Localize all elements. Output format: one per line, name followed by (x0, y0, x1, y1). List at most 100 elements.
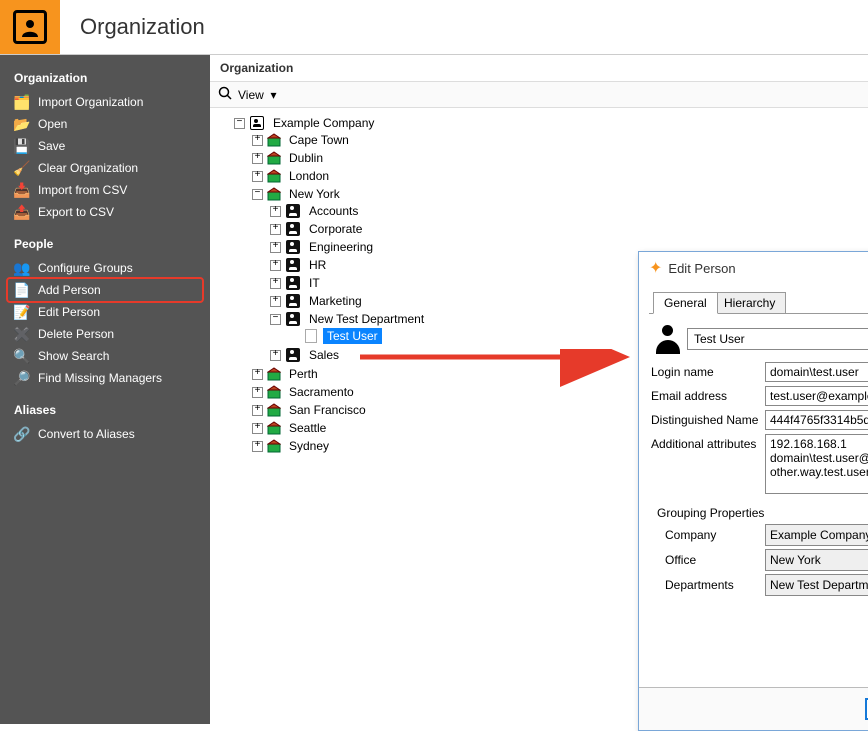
tree-label: Sales (305, 347, 343, 363)
location-icon (267, 169, 281, 183)
sidebar-item-open[interactable]: 📂Open (8, 113, 202, 135)
location-icon (267, 133, 281, 147)
dn-field[interactable] (765, 410, 868, 430)
aliases-icon: 🔗 (14, 426, 30, 442)
expander-icon[interactable]: + (270, 278, 281, 289)
view-dropdown[interactable]: View ▾ (238, 88, 277, 102)
tree-node-location[interactable]: +Cape Town (252, 132, 862, 148)
location-icon (267, 439, 281, 453)
delete-person-icon: ✖️ (14, 326, 30, 342)
tree-node-location[interactable]: + Dublin (252, 150, 862, 166)
sidebar-item-label: Import Organization (38, 95, 143, 109)
department-icon (285, 221, 301, 237)
expander-icon[interactable]: + (270, 206, 281, 217)
view-toolbar: View ▾ (210, 81, 868, 108)
edit-person-icon: 📝 (14, 304, 30, 320)
sidebar-item-label: Configure Groups (38, 261, 133, 275)
sidebar-item-label: Edit Person (38, 305, 100, 319)
clear-icon: 🧹 (14, 160, 30, 176)
person-icon: ✦ (649, 258, 662, 278)
expander-icon[interactable]: + (252, 441, 263, 452)
email-field[interactable] (765, 386, 868, 406)
sidebar-heading-organization: Organization (0, 65, 210, 91)
tree-node-location[interactable]: + London (252, 168, 862, 184)
chevron-down-icon: ▾ (267, 88, 276, 102)
expander-icon[interactable]: − (252, 189, 263, 200)
login-name-field[interactable] (765, 362, 868, 382)
expander-icon[interactable]: + (252, 369, 263, 380)
sidebar-item-find-missing-managers[interactable]: 🔎Find Missing Managers (8, 367, 202, 389)
expander-icon[interactable]: + (270, 296, 281, 307)
tree-node-location[interactable]: − New York (252, 186, 862, 202)
user-file-icon (303, 328, 319, 344)
save-icon: 💾 (14, 138, 30, 154)
sidebar-item-label: Export to CSV (38, 205, 114, 219)
department-icon (285, 275, 301, 291)
tree-node-dept[interactable]: +Corporate (270, 221, 862, 237)
expander-icon[interactable]: + (270, 350, 281, 361)
expander-icon[interactable]: + (252, 405, 263, 416)
expander-icon[interactable]: + (270, 242, 281, 253)
company-select[interactable]: Example Company (765, 524, 868, 546)
tab-hierarchy[interactable]: Hierarchy (713, 292, 786, 314)
sidebar-item-export-csv[interactable]: 📤 Export to CSV (8, 201, 202, 223)
department-icon (285, 239, 301, 255)
tree-label: Example Company (269, 115, 378, 131)
tree-node-company[interactable]: − Example Company (234, 115, 862, 131)
user-icon (655, 324, 681, 354)
tree-label: New Test Department (305, 311, 428, 327)
sidebar-item-label: Add Person (38, 283, 101, 297)
attrs-field[interactable] (765, 434, 868, 494)
add-person-icon: 📄 (14, 282, 30, 298)
expander-icon[interactable]: + (270, 224, 281, 235)
company-icon (249, 115, 265, 131)
import-org-icon: 🗂️ (14, 94, 30, 110)
export-csv-icon: 📤 (14, 204, 30, 220)
sidebar-item-show-search[interactable]: 🔍Show Search (8, 345, 202, 367)
content-panel: Organization View ▾ − Example Company (210, 55, 868, 724)
departments-select[interactable]: New Test Department (765, 574, 868, 596)
tree-label: Engineering (305, 239, 377, 255)
expander-icon (288, 331, 299, 342)
magnifier-icon (218, 86, 232, 103)
expander-icon[interactable]: + (252, 153, 263, 164)
sidebar-item-delete-person[interactable]: ✖️Delete Person (8, 323, 202, 345)
sidebar-item-add-person[interactable]: 📄 Add Person (8, 279, 202, 301)
tree-label: Dublin (285, 150, 327, 166)
person-name-field[interactable] (687, 328, 868, 350)
expander-icon[interactable]: + (252, 171, 263, 182)
tree-label: London (285, 168, 333, 184)
sidebar-item-edit-person[interactable]: 📝 Edit Person (8, 301, 202, 323)
sidebar-item-import-organization[interactable]: 🗂️ Import Organization (8, 91, 202, 113)
location-icon (267, 367, 281, 381)
grouping-heading: Grouping Properties (657, 506, 868, 520)
expander-icon[interactable]: + (252, 135, 263, 146)
login-name-label: Login name (651, 362, 765, 379)
sidebar-item-save[interactable]: 💾Save (8, 135, 202, 157)
sidebar-item-configure-groups[interactable]: 👥Configure Groups (8, 257, 202, 279)
tree-node-dept[interactable]: +Accounts (270, 203, 862, 219)
sidebar-item-clear-organization[interactable]: 🧹Clear Organization (8, 157, 202, 179)
sidebar-item-convert-aliases[interactable]: 🔗Convert to Aliases (8, 423, 202, 445)
tab-general[interactable]: General (653, 292, 718, 314)
edit-person-dialog: ✦ Edit Person ✕ General Hierarchy Log (638, 251, 868, 731)
company-label: Company (665, 528, 765, 542)
dialog-title: Edit Person (668, 261, 735, 276)
sidebar-heading-people: People (0, 231, 210, 257)
location-icon (267, 385, 281, 399)
office-select[interactable]: New York (765, 549, 868, 571)
expander-icon[interactable]: − (270, 314, 281, 325)
sidebar-item-label: Show Search (38, 349, 109, 363)
expander-icon[interactable]: + (270, 260, 281, 271)
tree-label: Seattle (285, 420, 330, 436)
expander-icon[interactable]: + (252, 387, 263, 398)
tree-label: HR (305, 257, 330, 273)
tree-label: New York (285, 186, 344, 202)
dialog-titlebar[interactable]: ✦ Edit Person ✕ (639, 252, 868, 284)
office-label: Office (665, 553, 765, 567)
expander-icon[interactable]: − (234, 118, 245, 129)
sidebar-item-import-csv[interactable]: 📥Import from CSV (8, 179, 202, 201)
location-icon (267, 403, 281, 417)
tree-label: IT (305, 275, 324, 291)
expander-icon[interactable]: + (252, 423, 263, 434)
